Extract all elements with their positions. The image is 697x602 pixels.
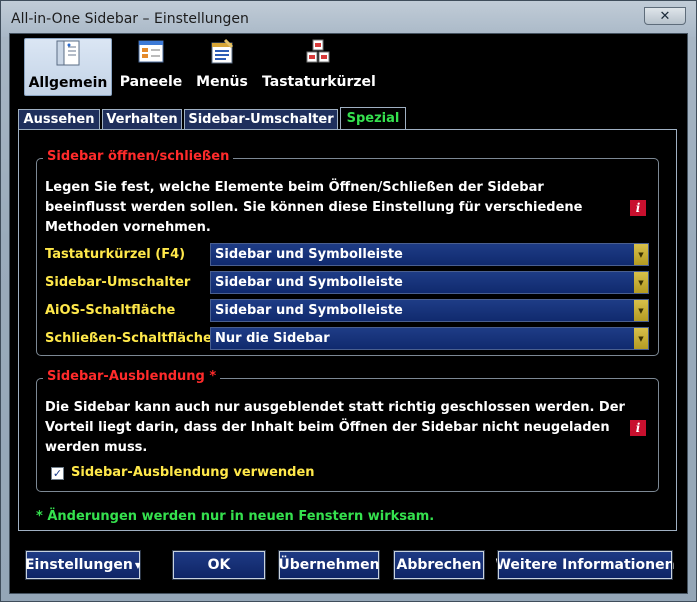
tab-sidebar-umschalter[interactable]: Sidebar-Umschalter [184,109,338,129]
keyboard-shortcut-icon [306,39,330,63]
window-title: All-in-One Sidebar – Einstellungen [11,11,249,27]
select-schliessen-schaltflaeche[interactable]: Nur die Sidebar ▼ [210,327,649,350]
cancel-button[interactable]: Abbrechen [393,550,485,580]
tab-verhalten[interactable]: Verhalten [102,109,182,129]
close-button[interactable]: ✕ [644,7,686,25]
toolbar-item-allgemein[interactable]: Allgemein [24,38,112,96]
group-sidebar-open-close: Sidebar öffnen/schließen Legen Sie fest,… [36,149,659,356]
tab-panel-spezial: Sidebar öffnen/schließen Legen Sie fest,… [18,129,677,531]
tab-aussehen[interactable]: Aussehen [18,109,100,129]
info-icon[interactable]: i [630,420,646,436]
select-value: Sidebar und Symbolleiste [215,247,403,262]
toolbar-item-label: Menüs [196,74,248,90]
collapse-checkbox[interactable]: ✓ [51,467,64,480]
dropdown-arrow-icon: ▼ [634,272,648,293]
select-value: Sidebar und Symbolleiste [215,275,403,290]
info-icon[interactable]: i [630,200,646,216]
dropdown-arrow-icon: ▼ [134,560,142,570]
select-value: Sidebar und Symbolleiste [215,303,403,318]
ok-button[interactable]: OK [172,550,266,580]
dialog-client-area: Allgemein Paneele Menüs Tastaturkürzel A… [9,33,688,594]
settings-window: All-in-One Sidebar – Einstellungen ✕ All… [0,0,697,602]
toolbar-item-paneele[interactable]: Paneele [116,38,186,94]
toolbar-item-label: Paneele [119,74,183,90]
dropdown-arrow-icon: ▼ [634,244,648,265]
toolbar-item-label: Allgemein [28,75,108,91]
group-description: Die Sidebar kann auch nur ausgeblendet s… [45,400,625,455]
label-sidebar-umschalter: Sidebar-Umschalter [45,275,191,290]
menu-list-icon [211,38,234,64]
label-schliessen-schaltflaeche: Schließen-Schaltfläche [45,331,212,346]
select-aios-schaltflaeche[interactable]: Sidebar und Symbolleiste ▼ [210,299,649,322]
select-value: Nur die Sidebar [215,331,330,346]
apply-button[interactable]: Übernehmen [278,550,380,580]
label-aios-schaltflaeche: AiOS-Schaltfläche [45,303,176,318]
group-sidebar-collapse: Sidebar-Ausblendung * Die Sidebar kann a… [36,369,659,492]
settings-menu-button[interactable]: Einstellungen ▼ [24,550,142,580]
restart-note: * Änderungen werden nur in neuen Fenster… [36,509,435,524]
checkbox-label[interactable]: Sidebar-Ausblendung verwenden [71,465,315,480]
select-sidebar-umschalter[interactable]: Sidebar und Symbolleiste ▼ [210,271,649,294]
button-label: Einstellungen [24,557,133,573]
more-info-button[interactable]: Weitere Informationen [495,550,675,580]
dropdown-arrow-icon: ▼ [634,300,648,321]
close-icon: ✕ [659,8,671,24]
toolbar-item-tastaturkuerzel[interactable]: Tastaturkürzel [262,38,376,94]
title-bar[interactable]: All-in-One Sidebar – Einstellungen ✕ [1,1,696,37]
dropdown-arrow-icon: ▼ [634,328,648,349]
tab-spezial[interactable]: Spezial [340,107,406,129]
toolbar-item-menues[interactable]: Menüs [192,38,252,94]
label-tastaturkuerzel: Tastaturkürzel (F4) [45,247,186,262]
group-title: Sidebar-Ausblendung * [43,369,221,384]
panel-window-icon [138,40,164,63]
group-description: Legen Sie fest, welche Elemente beim Öff… [45,180,583,235]
group-title: Sidebar öffnen/schließen [43,149,234,164]
toolbar-item-label: Tastaturkürzel [262,74,376,90]
select-tastaturkuerzel[interactable]: Sidebar und Symbolleiste ▼ [210,243,649,266]
sidebar-layout-icon [56,40,80,66]
